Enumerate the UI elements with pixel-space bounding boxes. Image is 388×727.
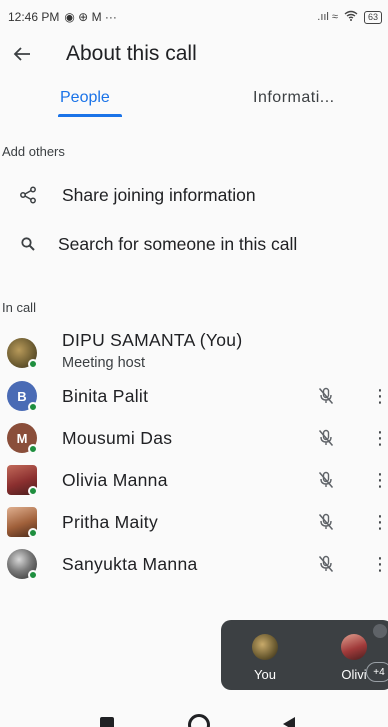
add-others-heading: Add others [2, 144, 65, 159]
online-status-dot [28, 528, 38, 538]
self-tile[interactable]: You [243, 620, 287, 690]
share-joining-info-label: Share joining information [62, 184, 256, 205]
share-icon [8, 186, 48, 204]
avatar [7, 465, 38, 496]
participant-row[interactable]: Olivia Manna ⋮ [0, 459, 388, 501]
recents-button[interactable] [100, 717, 114, 727]
back-button[interactable] [0, 34, 44, 74]
arrow-left-icon [13, 47, 30, 61]
search-participants-label: Search for someone in this call [58, 233, 298, 254]
wifi-icon [344, 10, 358, 24]
self-tile-label: You [254, 667, 276, 682]
participant-name: Mousumi Das [62, 427, 173, 448]
avatar [7, 549, 38, 580]
participant-row[interactable]: Pritha Maity ⋮ [0, 501, 388, 543]
tab-people[interactable]: People [60, 78, 110, 118]
notification-icons: ◉ ⊕ M ··· [64, 10, 117, 24]
tab-information[interactable]: Informati... [253, 78, 335, 118]
participant-name: Olivia Manna [62, 469, 168, 490]
search-icon [8, 237, 48, 251]
online-status-dot [28, 444, 38, 454]
participant-row[interactable]: B Binita Palit ⋮ [0, 375, 388, 417]
online-status-dot [28, 402, 38, 412]
search-participants-field[interactable]: Search for someone in this call [0, 221, 388, 267]
screen: 12:46 PM ◉ ⊕ M ··· .ııl ≈ 63 About this … [0, 0, 388, 727]
participant-row[interactable]: Sanyukta Manna ⋮ [0, 543, 388, 585]
page-title: About this call [66, 42, 197, 65]
participant-name: DIPU SAMANTA (You) [62, 330, 243, 350]
more-participants-badge[interactable]: +4 [366, 662, 388, 682]
mic-off-icon[interactable] [314, 552, 338, 576]
avatar [7, 338, 38, 369]
more-options-icon[interactable]: ⋮ [371, 384, 388, 408]
status-bar: 12:46 PM ◉ ⊕ M ··· .ııl ≈ 63 [0, 0, 388, 34]
participant-name: Sanyukta Manna [62, 553, 198, 574]
tab-bar: People Informati... [0, 78, 388, 118]
mic-off-icon[interactable] [314, 384, 338, 408]
participant-name: Binita Palit [62, 385, 149, 406]
avatar [7, 507, 38, 538]
clock: 12:46 PM [8, 10, 60, 24]
system-back-button[interactable] [283, 717, 295, 727]
more-options-icon[interactable]: ⋮ [371, 552, 388, 576]
avatar: B [7, 381, 38, 412]
participant-name: Pritha Maity [62, 511, 158, 532]
self-video-thumbnail [252, 634, 278, 660]
participant-row[interactable]: M Mousumi Das ⋮ [0, 417, 388, 459]
home-button[interactable] [188, 714, 210, 727]
mic-off-icon [373, 624, 387, 638]
mic-off-icon[interactable] [314, 510, 338, 534]
online-status-dot [28, 486, 38, 496]
online-status-dot [28, 570, 38, 580]
mic-off-icon[interactable] [314, 468, 338, 492]
app-bar: About this call [0, 34, 388, 74]
battery-icon: 63 [363, 10, 382, 24]
more-options-icon[interactable]: ⋮ [371, 426, 388, 450]
video-tiles[interactable]: You Olivi +4 [221, 620, 388, 690]
participant-row[interactable]: DIPU SAMANTA (You) Meeting host [0, 330, 388, 374]
in-call-heading: In call [2, 300, 36, 315]
more-options-icon[interactable]: ⋮ [371, 468, 388, 492]
participant-role: Meeting host [62, 355, 146, 371]
participant-tile-label: Olivi [341, 667, 367, 682]
signal-icon: .ııl ≈ [317, 11, 338, 23]
participant-video-thumbnail [341, 634, 367, 660]
system-nav-bar [0, 705, 388, 727]
online-status-dot [28, 359, 38, 369]
active-tab-indicator [58, 114, 122, 117]
mic-off-icon[interactable] [314, 426, 338, 450]
more-options-icon[interactable]: ⋮ [371, 510, 388, 534]
avatar: M [7, 423, 38, 454]
share-joining-info-button[interactable]: Share joining information [0, 172, 388, 218]
